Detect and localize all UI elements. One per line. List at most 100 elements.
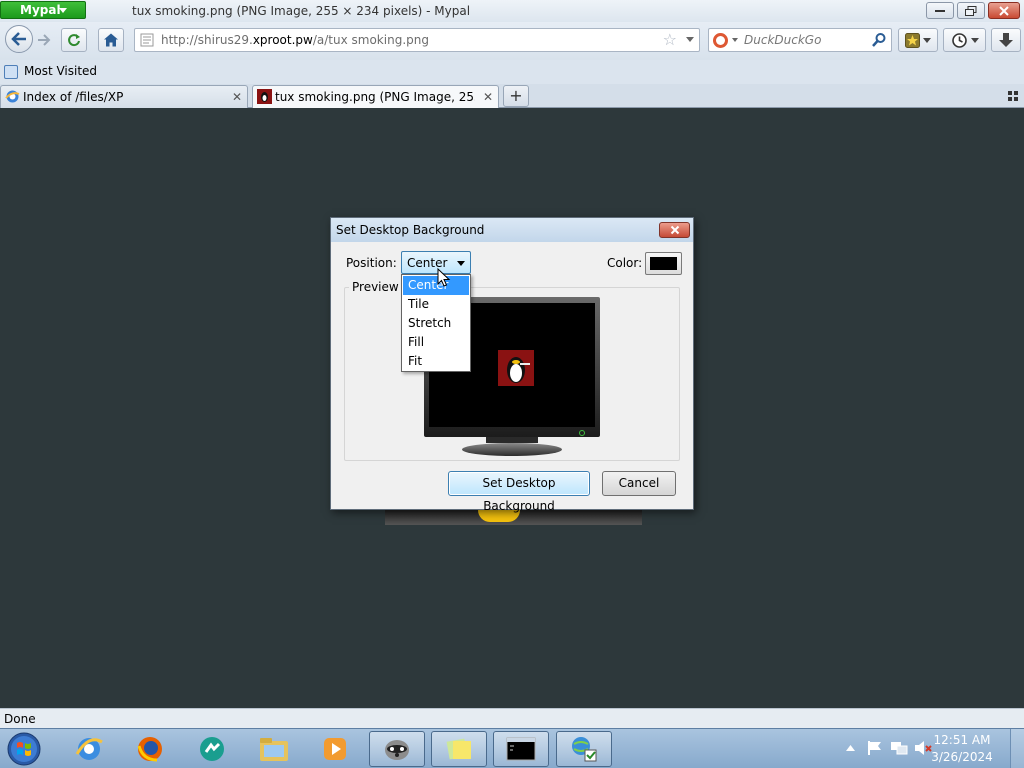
reload-icon	[68, 34, 80, 47]
dialog-titlebar: Set Desktop Background	[331, 218, 693, 242]
url-history-dropdown-icon[interactable]	[686, 37, 694, 42]
windows-start-orb-icon	[7, 732, 41, 766]
media-player-icon	[324, 738, 346, 760]
option-tile[interactable]: Tile	[403, 295, 469, 314]
position-dropdown-list: Center Tile Stretch Fill Fit	[401, 274, 471, 372]
bookmarks-dropdown-icon	[923, 38, 931, 43]
minimize-button[interactable]	[926, 2, 954, 19]
address-bar[interactable]: http://shirus29.xproot.pw/a/tux smoking.…	[134, 28, 700, 52]
new-tab-button[interactable]: +	[503, 85, 529, 107]
position-label: Position:	[346, 256, 397, 270]
network-icon[interactable]	[890, 740, 908, 756]
clock-date[interactable]: 3/26/2024	[930, 750, 994, 764]
taskbar-messenger[interactable]	[184, 731, 240, 767]
back-button[interactable]	[5, 25, 33, 53]
window-title: tux smoking.png (PNG Image, 255 × 234 pi…	[132, 4, 471, 18]
restore-icon	[965, 5, 977, 16]
windows-taskbar: 12:51 AM 3/26/2024	[0, 728, 1024, 768]
tab-groups-icon[interactable]	[1008, 91, 1018, 101]
option-center[interactable]: Center	[403, 276, 469, 295]
tab-close-icon[interactable]: ✕	[232, 90, 242, 104]
close-icon	[999, 5, 1009, 16]
clock-time[interactable]: 12:51 AM	[930, 733, 994, 747]
bookmarks-star-icon	[905, 33, 920, 48]
show-hidden-icons-icon[interactable]	[846, 744, 855, 752]
minimize-icon	[935, 9, 945, 12]
option-stretch[interactable]: Stretch	[403, 314, 469, 333]
taskbar-explorer[interactable]	[246, 731, 302, 767]
monitor-base	[462, 443, 562, 456]
color-swatch	[650, 257, 677, 270]
reload-button[interactable]	[61, 28, 87, 52]
most-visited-label: Most Visited	[24, 64, 98, 78]
tab-close-icon[interactable]: ✕	[483, 90, 493, 104]
taskbar-command-prompt[interactable]	[493, 731, 549, 767]
forward-arrow-icon	[38, 34, 51, 46]
mypal-raccoon-icon	[385, 740, 409, 760]
explorer-folder-icon	[260, 738, 288, 761]
search-bar[interactable]: DuckDuckGo	[708, 28, 892, 52]
option-fit[interactable]: Fit	[403, 352, 469, 371]
command-prompt-icon	[506, 737, 536, 761]
home-icon	[104, 33, 118, 47]
tab-tux-smoking[interactable]: tux smoking.png (PNG Image, 255 × ... ✕	[252, 85, 499, 108]
bookmarks-toolbar: Most Visited	[0, 60, 1024, 84]
tab-label: Index of /files/XP	[23, 90, 124, 104]
history-button[interactable]	[943, 28, 986, 52]
duckduckgo-icon[interactable]	[713, 33, 728, 48]
tab-strip: Index of /files/XP ✕ tux smoking.png (PN…	[0, 84, 1024, 108]
app-menu-button[interactable]: Mypal	[0, 1, 86, 19]
taskbar-mypal[interactable]	[369, 731, 425, 767]
back-arrow-icon	[11, 32, 26, 46]
taskbar-sticky-notes[interactable]	[431, 731, 487, 767]
power-icon	[579, 430, 585, 436]
page-icon	[140, 33, 154, 47]
internet-explorer-icon	[75, 738, 103, 760]
option-fill[interactable]: Fill	[403, 333, 469, 352]
cancel-button[interactable]: Cancel	[602, 471, 676, 496]
tab-label: tux smoking.png (PNG Image, 255 × ...	[275, 90, 475, 104]
search-icon[interactable]	[871, 32, 887, 48]
close-window-button[interactable]	[988, 2, 1020, 19]
history-dropdown-icon	[971, 38, 979, 43]
set-desktop-background-dialog: Set Desktop Background Position: Center …	[330, 217, 694, 513]
downloads-button[interactable]	[991, 28, 1021, 52]
url-text: http://shirus29.xproot.pw/a/tux smoking.…	[161, 33, 429, 47]
set-desktop-background-button[interactable]: Set Desktop Background	[448, 471, 590, 513]
dialog-close-button[interactable]	[659, 222, 690, 238]
app-menu-label: Mypal	[20, 3, 61, 17]
navigation-toolbar: http://shirus29.xproot.pw/a/tux smoking.…	[0, 22, 1024, 60]
position-select[interactable]: Center	[401, 251, 471, 274]
close-icon	[670, 225, 679, 235]
url-path: /a/tux smoking.png	[312, 33, 429, 47]
status-bar: Done	[0, 708, 1024, 728]
taskbar-firefox[interactable]	[122, 731, 178, 767]
network-settings-icon	[572, 737, 597, 762]
app-menu-arrow-icon	[59, 8, 67, 13]
url-host: xproot.pw	[252, 33, 313, 47]
color-picker-button[interactable]	[645, 252, 682, 275]
start-button[interactable]	[5, 730, 45, 768]
window-titlebar: Mypal tux smoking.png (PNG Image, 255 × …	[0, 0, 1024, 22]
most-visited-folder-icon	[4, 65, 18, 79]
color-label: Color:	[607, 256, 643, 270]
action-center-flag-icon[interactable]	[867, 740, 883, 756]
show-desktop-button[interactable]	[1010, 729, 1024, 768]
taskbar-media-player[interactable]	[307, 731, 363, 767]
sticky-notes-icon	[446, 738, 471, 760]
tab-index-files-xp[interactable]: Index of /files/XP ✕	[0, 85, 248, 108]
taskbar-internet-explorer[interactable]	[61, 731, 117, 767]
forward-button[interactable]	[34, 30, 54, 50]
taskbar-network-settings[interactable]	[556, 731, 612, 767]
messenger-icon	[200, 737, 224, 761]
bookmark-star-icon[interactable]: ☆	[663, 32, 677, 48]
search-input[interactable]: DuckDuckGo	[744, 33, 821, 47]
restore-button[interactable]	[957, 2, 985, 19]
mouse-cursor-icon	[437, 268, 451, 287]
tux-thumbnail-icon	[257, 89, 272, 104]
bookmarks-menu-button[interactable]	[898, 28, 938, 52]
most-visited-bookmark[interactable]: Most Visited	[4, 63, 97, 81]
home-button[interactable]	[98, 28, 124, 52]
download-arrow-icon	[999, 33, 1013, 47]
search-engine-dropdown-icon[interactable]	[732, 38, 738, 42]
